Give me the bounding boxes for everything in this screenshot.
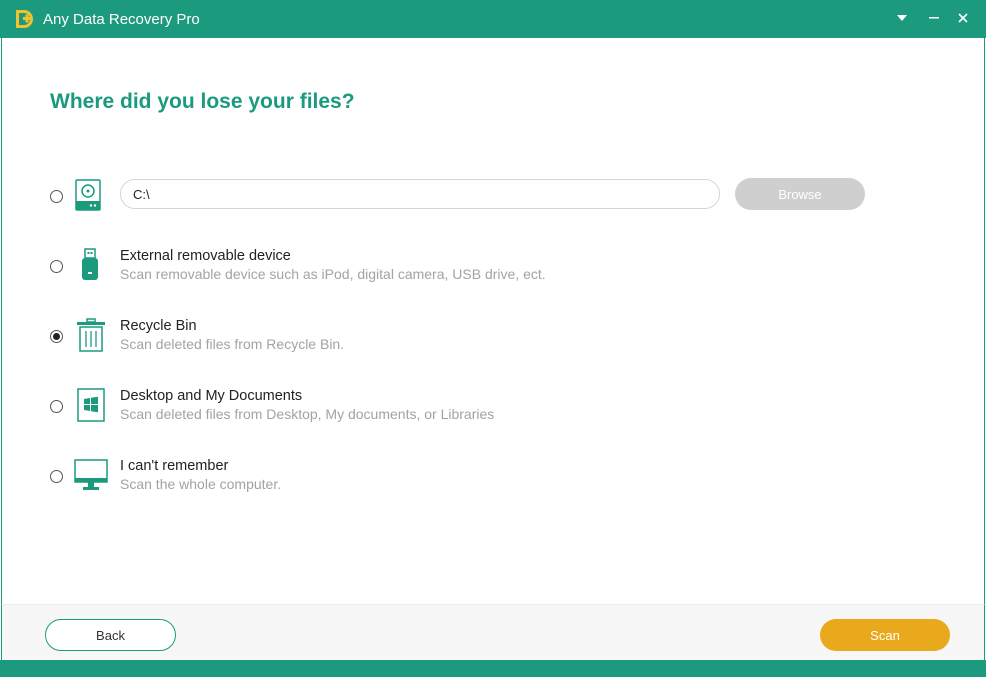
app-logo-icon bbox=[14, 9, 34, 29]
hard-drive-icon bbox=[74, 179, 102, 216]
bottom-bar bbox=[0, 660, 986, 677]
page-title: Where did you lose your files? bbox=[50, 90, 355, 113]
title-bar: Any Data Recovery Pro bbox=[0, 0, 986, 38]
option-title: Recycle Bin bbox=[120, 318, 197, 334]
dropdown-triangle-icon[interactable] bbox=[890, 6, 914, 30]
monitor-icon bbox=[74, 459, 108, 496]
path-input[interactable] bbox=[120, 179, 720, 209]
option-title: External removable device bbox=[120, 248, 291, 264]
option-external-device[interactable]: External removable device Scan removable… bbox=[40, 238, 900, 294]
option-cant-remember[interactable]: I can't remember Scan the whole computer… bbox=[40, 448, 900, 504]
usb-drive-icon bbox=[81, 248, 99, 287]
option-title: I can't remember bbox=[120, 458, 229, 474]
option-description: Scan deleted files from Desktop, My docu… bbox=[120, 406, 495, 422]
close-icon[interactable] bbox=[951, 6, 975, 30]
option-description: Scan deleted files from Recycle Bin. bbox=[120, 336, 345, 352]
radio-desktop-documents[interactable] bbox=[50, 400, 63, 413]
option-description: Scan the whole computer. bbox=[120, 476, 282, 492]
radio-external-device[interactable] bbox=[50, 260, 63, 273]
radio-recycle-bin[interactable] bbox=[50, 330, 63, 343]
back-button[interactable]: Back bbox=[45, 619, 176, 651]
minimize-icon[interactable] bbox=[922, 6, 946, 30]
option-recycle-bin[interactable]: Recycle Bin Scan deleted files from Recy… bbox=[40, 308, 900, 364]
option-title: Desktop and My Documents bbox=[120, 388, 303, 404]
recycle-bin-icon bbox=[76, 318, 106, 357]
option-desktop-documents[interactable]: Desktop and My Documents Scan deleted fi… bbox=[40, 378, 900, 434]
radio-cant-remember[interactable] bbox=[50, 470, 63, 483]
scan-button[interactable]: Scan bbox=[820, 619, 950, 651]
radio-path[interactable] bbox=[50, 190, 63, 203]
app-title: Any Data Recovery Pro bbox=[43, 11, 200, 28]
desktop-windows-icon bbox=[77, 388, 105, 427]
browse-button[interactable]: Browse bbox=[735, 178, 865, 210]
option-description: Scan removable device such as iPod, digi… bbox=[120, 266, 546, 282]
